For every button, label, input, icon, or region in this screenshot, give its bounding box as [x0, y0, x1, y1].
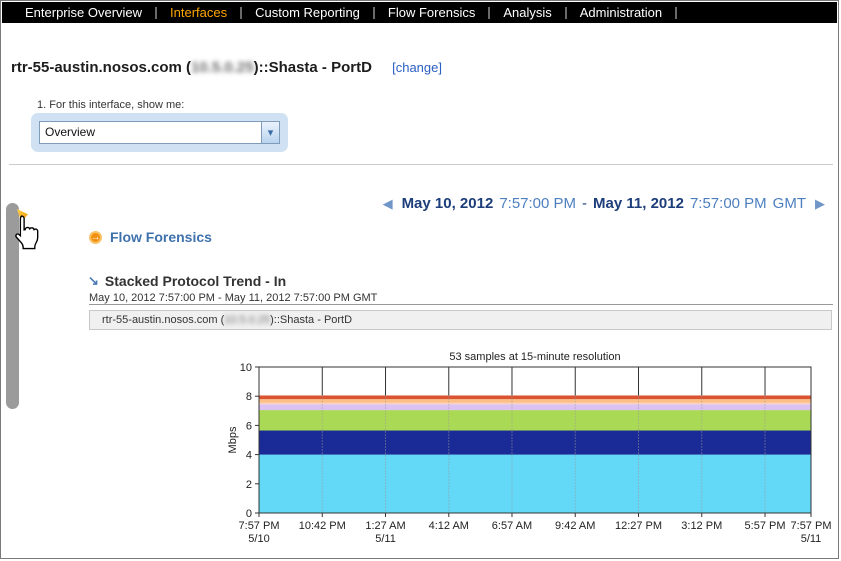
- band-pink: [259, 402, 811, 405]
- date-range-nav: ◀ May 10, 2012 7:57:00 PM - May 11, 2012…: [380, 195, 828, 212]
- x-tick-label: 12:27 PM: [615, 520, 662, 532]
- nav-item-analysis[interactable]: Analysis: [490, 2, 564, 23]
- range-end-time: 7:57:00 PM: [689, 195, 767, 212]
- range-timezone: GMT: [772, 195, 806, 212]
- page: Enterprise Overview Interfaces Custom Repo…: [0, 0, 839, 559]
- device-bar: rtr-55-austin.nosos.com (10.5.0.25)::Sha…: [89, 310, 832, 330]
- next-range-button[interactable]: ▶: [812, 196, 828, 212]
- prev-range-button[interactable]: ◀: [380, 196, 396, 212]
- show-me-select-container: Overview ▾: [31, 113, 288, 152]
- x-tick-sublabel: 5/11: [375, 533, 396, 545]
- x-tick-sublabel: 5/11: [801, 533, 822, 545]
- x-tick-label: 6:57 AM: [492, 520, 532, 532]
- interface-question-label: 1. For this interface, show me:: [37, 99, 185, 111]
- y-tick-label: 8: [246, 391, 252, 403]
- y-axis-label: Mbps: [227, 426, 239, 453]
- report-underline: [89, 304, 833, 305]
- redacted-ip: 10.5.0.25: [191, 59, 254, 76]
- band-red: [259, 395, 811, 400]
- y-tick-label: 2: [246, 479, 252, 491]
- range-start-date: May 10, 2012: [401, 195, 494, 212]
- y-tick-label: 6: [246, 420, 252, 432]
- chevron-down-icon[interactable]: ▾: [261, 122, 279, 143]
- band-cyan: [259, 454, 811, 513]
- x-tick-label: 7:57 PM: [791, 520, 832, 532]
- show-me-select[interactable]: Overview ▾: [39, 121, 280, 144]
- x-tick-label: 10:42 PM: [299, 520, 346, 532]
- select-value: Overview: [45, 125, 96, 139]
- x-tick-label: 3:12 PM: [681, 520, 722, 532]
- nav-divider: [675, 6, 678, 19]
- x-tick-label: 1:27 AM: [365, 520, 405, 532]
- report-title: Stacked Protocol Trend - In: [104, 273, 287, 289]
- band-green: [259, 410, 811, 431]
- range-start-time: 7:57:00 PM: [499, 195, 577, 212]
- device-name-suffix: )::Shasta - PortD: [253, 59, 372, 76]
- flow-forensics-link[interactable]: Flow Forensics: [110, 229, 212, 245]
- range-end-date: May 11, 2012: [593, 195, 684, 212]
- nav-item-custom-reporting[interactable]: Custom Reporting: [242, 2, 373, 23]
- page-title: rtr-55-austin.nosos.com (10.5.0.25)::Sha…: [11, 59, 442, 76]
- nav-item-flow-forensics[interactable]: Flow Forensics: [375, 2, 488, 23]
- x-tick-label: 9:42 AM: [555, 520, 595, 532]
- x-tick-label: 7:57 PM: [239, 520, 280, 532]
- device-bar-prefix: rtr-55-austin.nosos.com (: [102, 314, 225, 326]
- flow-forensics-icon: →: [89, 230, 102, 244]
- flow-forensics-header: → Flow Forensics: [89, 229, 212, 245]
- drilldown-arrow-icon: ↘: [88, 273, 99, 288]
- hand-cursor-icon: [15, 215, 39, 250]
- redacted-ip: 10.5.0.25: [224, 314, 271, 326]
- x-tick-label: 4:12 AM: [429, 520, 469, 532]
- report-date-range: May 10, 2012 7:57:00 PM - May 11, 2012 7…: [89, 292, 378, 304]
- x-tick-sublabel: 5/10: [248, 533, 269, 545]
- y-tick-label: 0: [246, 508, 252, 520]
- top-nav: Enterprise Overview Interfaces Custom Repo…: [2, 2, 837, 23]
- band-navy: [259, 430, 811, 455]
- device-name-prefix: rtr-55-austin.nosos.com (: [11, 59, 192, 76]
- y-tick-label: 10: [240, 362, 252, 374]
- report-header: ↘ Stacked Protocol Trend - In: [88, 273, 286, 289]
- y-tick-label: 4: [246, 450, 252, 462]
- nav-item-interfaces[interactable]: Interfaces: [157, 2, 240, 23]
- nav-item-enterprise-overview[interactable]: Enterprise Overview: [12, 2, 155, 23]
- device-bar-suffix: )::Shasta - PortD: [270, 314, 353, 326]
- x-tick-label: 5:57 PM: [745, 520, 786, 532]
- section-divider: [9, 164, 833, 165]
- nav-item-administration[interactable]: Administration: [567, 2, 675, 23]
- range-separator: -: [582, 195, 588, 212]
- stacked-area-chart: 7:57 PM5/1010:42 PM 1:27 AM5/114:12 AM 6:5…: [227, 362, 832, 545]
- change-link[interactable]: [change]: [392, 60, 442, 75]
- band-peach: [259, 399, 811, 403]
- band-lavender: [259, 404, 811, 411]
